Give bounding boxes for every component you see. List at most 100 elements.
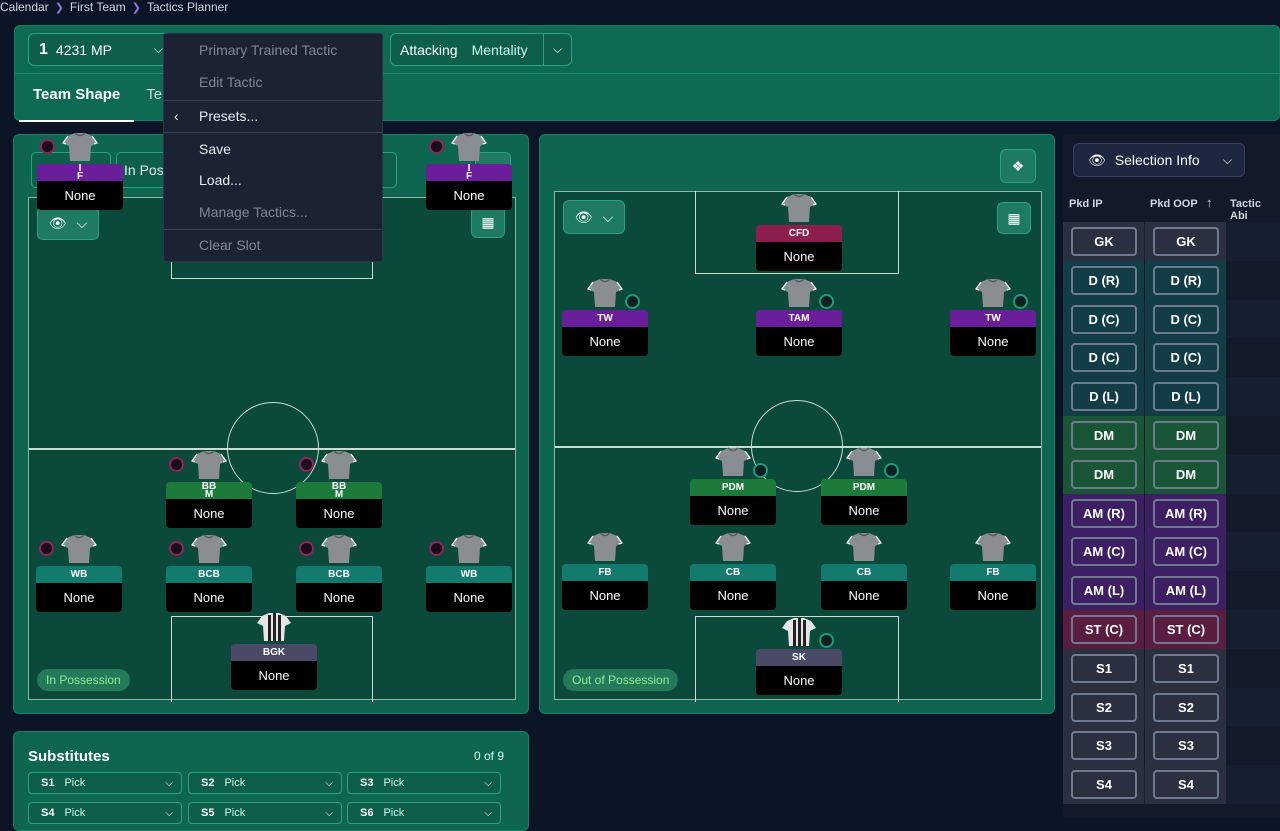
player-slot[interactable]: BGK None bbox=[231, 644, 317, 690]
chevron-right-icon: ❯ bbox=[54, 1, 64, 14]
picked-in-possession-button[interactable]: S1 bbox=[1071, 653, 1137, 683]
substitute-slot-s5[interactable]: S5 Pick ⌵ bbox=[188, 802, 342, 824]
grid-view-icon[interactable]: ▦ bbox=[997, 202, 1031, 234]
substitute-slot-s6[interactable]: S6 Pick ⌵ bbox=[347, 802, 501, 824]
substitute-slot-s3[interactable]: S3 Pick ⌵ bbox=[347, 772, 501, 794]
picked-out-of-possession-button[interactable]: DM bbox=[1153, 421, 1219, 450]
picked-in-possession-button[interactable]: D (C) bbox=[1071, 304, 1137, 334]
picked-in-possession-button[interactable]: D (R) bbox=[1071, 265, 1137, 295]
visibility-toggle[interactable]: 👁 ⌵ bbox=[563, 200, 625, 234]
player-slot[interactable]: WB None bbox=[426, 566, 512, 612]
player-slot[interactable]: CB None bbox=[821, 564, 907, 610]
picked-in-possession-button[interactable]: AM (C) bbox=[1071, 537, 1137, 567]
menu-item-edit-tactic[interactable]: Edit Tactic bbox=[164, 74, 382, 90]
menu-item-save[interactable]: Save bbox=[164, 141, 382, 157]
chevron-down-icon[interactable]: ⌵ bbox=[543, 34, 571, 65]
picked-out-of-possession-button[interactable]: DM bbox=[1153, 459, 1219, 489]
picked-out-of-possession-button[interactable]: D (R) bbox=[1153, 265, 1219, 295]
duty-indicator-icon[interactable] bbox=[169, 541, 184, 556]
duty-indicator-icon[interactable] bbox=[40, 139, 55, 154]
player-slot[interactable]: BCB None bbox=[166, 566, 252, 612]
duty-indicator-icon[interactable] bbox=[39, 541, 54, 556]
menu-item-presets[interactable]: ‹ Presets... bbox=[164, 108, 382, 124]
grid-view-icon[interactable]: ▦ bbox=[471, 206, 505, 238]
picked-in-possession-button[interactable]: ST (C) bbox=[1071, 615, 1137, 644]
visibility-toggle[interactable]: 👁 ⌵ bbox=[37, 206, 99, 240]
picked-out-of-possession-button[interactable]: S1 bbox=[1153, 653, 1219, 683]
picked-out-of-possession-button[interactable]: D (C) bbox=[1153, 304, 1219, 334]
player-slot[interactable]: FB None bbox=[562, 564, 648, 610]
pitch-view-icon[interactable]: ❖ bbox=[1000, 149, 1036, 183]
instruction-indicator-icon[interactable] bbox=[819, 633, 834, 648]
position-cell: GK bbox=[1145, 222, 1226, 261]
instruction-indicator-icon[interactable] bbox=[625, 294, 640, 309]
player-slot[interactable]: BB M None bbox=[166, 481, 252, 528]
column-pkd-oop[interactable]: Pkd OOP bbox=[1150, 198, 1198, 210]
picked-in-possession-button[interactable]: D (L) bbox=[1071, 382, 1137, 412]
player-slot[interactable]: TW None bbox=[950, 310, 1036, 356]
picked-in-possession-button[interactable]: S2 bbox=[1071, 692, 1137, 722]
picked-out-of-possession-button[interactable]: D (L) bbox=[1153, 382, 1219, 412]
picked-in-possession-button[interactable]: DM bbox=[1071, 459, 1137, 489]
player-slot[interactable]: CFD None bbox=[756, 225, 842, 271]
picked-out-of-possession-button[interactable]: AM (C) bbox=[1153, 537, 1219, 567]
player-slot[interactable]: I F None bbox=[426, 163, 512, 210]
duty-indicator-icon[interactable] bbox=[299, 457, 314, 472]
picked-out-of-possession-button[interactable]: S2 bbox=[1153, 692, 1219, 722]
picked-out-of-possession-button[interactable]: ST (C) bbox=[1153, 615, 1219, 644]
picked-out-of-possession-button[interactable]: AM (R) bbox=[1153, 498, 1219, 528]
player-slot[interactable]: BB M None bbox=[296, 481, 382, 528]
player-slot[interactable]: TAM None bbox=[756, 310, 842, 356]
picked-in-possession-button[interactable]: AM (R) bbox=[1071, 498, 1137, 528]
player-slot[interactable]: BCB None bbox=[296, 566, 382, 612]
substitute-slot-s1[interactable]: S1 Pick ⌵ bbox=[28, 772, 182, 794]
player-slot[interactable]: FB None bbox=[950, 564, 1036, 610]
player-slot[interactable]: SK None bbox=[756, 649, 842, 695]
sort-arrow-icon[interactable]: ↑ bbox=[1206, 195, 1213, 210]
instruction-indicator-icon[interactable] bbox=[884, 463, 899, 478]
player-slot[interactable]: TW None bbox=[562, 310, 648, 356]
player-slot[interactable]: WB None bbox=[36, 566, 122, 612]
picked-out-of-possession-button[interactable]: AM (L) bbox=[1153, 576, 1219, 606]
picked-out-of-possession-button[interactable]: D (C) bbox=[1153, 343, 1219, 373]
duty-indicator-icon[interactable] bbox=[429, 541, 444, 556]
selection-info-dropdown[interactable]: 👁 Selection Info ⌵ bbox=[1073, 143, 1245, 177]
duty-indicator-icon[interactable] bbox=[169, 457, 184, 472]
breadcrumb-first-team[interactable]: First Team bbox=[70, 0, 126, 14]
player-slot[interactable]: PDM None bbox=[821, 479, 907, 525]
instruction-indicator-icon[interactable] bbox=[819, 294, 834, 309]
column-tactic-ability[interactable]: Tactic Abi bbox=[1230, 198, 1280, 222]
breadcrumb-calendar[interactable]: Calendar bbox=[0, 0, 49, 14]
picked-in-possession-button[interactable]: S4 bbox=[1071, 770, 1137, 800]
duty-indicator-icon[interactable] bbox=[299, 541, 314, 556]
picked-in-possession-button[interactable]: S3 bbox=[1071, 731, 1137, 761]
menu-item-primary-trained-tactic[interactable]: Primary Trained Tactic bbox=[164, 42, 382, 58]
mentality-selector[interactable]: Attacking Mentality ⌵ bbox=[390, 33, 572, 66]
player-slot[interactable]: PDM None bbox=[690, 479, 776, 525]
picked-in-possession-button[interactable]: D (C) bbox=[1071, 343, 1137, 373]
menu-item-clear-slot[interactable]: Clear Slot bbox=[164, 237, 382, 253]
player-slot[interactable]: CB None bbox=[690, 564, 776, 610]
picked-in-possession-button[interactable]: GK bbox=[1071, 227, 1137, 256]
picked-out-of-possession-button[interactable]: S3 bbox=[1153, 731, 1219, 761]
picked-out-of-possession-button[interactable]: S4 bbox=[1153, 770, 1219, 800]
player-role: TW bbox=[562, 310, 648, 327]
player-name: None bbox=[296, 499, 382, 528]
substitute-slot-s2[interactable]: S2 Pick ⌵ bbox=[188, 772, 342, 794]
menu-item-load[interactable]: Load... bbox=[164, 172, 382, 188]
player-role: BB M bbox=[166, 481, 252, 499]
duty-indicator-icon[interactable] bbox=[429, 139, 444, 154]
out-of-possession-label: Out of Possession bbox=[563, 669, 679, 691]
column-pkd-ip[interactable]: Pkd IP bbox=[1069, 198, 1103, 210]
picked-in-possession-button[interactable]: DM bbox=[1071, 421, 1137, 450]
instruction-indicator-icon[interactable] bbox=[1013, 294, 1028, 309]
player-slot[interactable]: I F None bbox=[37, 163, 123, 210]
picked-in-possession-button[interactable]: AM (L) bbox=[1071, 576, 1137, 606]
menu-item-manage-tactics[interactable]: Manage Tactics... bbox=[164, 204, 382, 220]
instruction-indicator-icon[interactable] bbox=[753, 463, 768, 478]
tab-team-shape[interactable]: Team Shape bbox=[19, 74, 135, 122]
substitute-slot-s4[interactable]: S4 Pick ⌵ bbox=[28, 802, 182, 824]
picked-out-of-possession-button[interactable]: GK bbox=[1153, 227, 1219, 256]
formation-selector[interactable]: 1 4231 MP ⌵ bbox=[28, 33, 174, 66]
player-role: PDM bbox=[821, 479, 907, 496]
